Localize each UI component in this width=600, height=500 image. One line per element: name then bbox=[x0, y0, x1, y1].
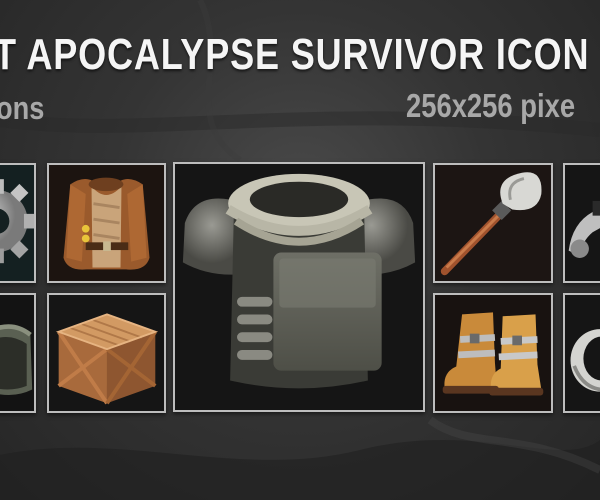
gear-icon bbox=[0, 179, 34, 264]
tool-icon bbox=[568, 200, 600, 258]
leather-vest-icon bbox=[63, 177, 150, 270]
icon-tile-body-armor bbox=[173, 162, 425, 412]
body-armor-icon bbox=[182, 173, 416, 389]
banner-subtitle-size: 256x256 pixe bbox=[406, 87, 576, 124]
shovel-icon bbox=[440, 172, 542, 276]
wooden-crate-icon bbox=[55, 313, 159, 405]
icon-tile-wooden-crate bbox=[47, 293, 166, 413]
icon-tile-leather-vest bbox=[47, 163, 166, 283]
banner-title: T APOCALYPSE SURVIVOR ICON bbox=[0, 30, 590, 79]
icon-tile-helmet bbox=[0, 293, 36, 413]
icon-tile-tool bbox=[563, 163, 600, 283]
icon-tile-gear bbox=[0, 163, 36, 283]
boots-icon bbox=[442, 312, 544, 396]
banner-subtitle-count: ons bbox=[0, 90, 45, 126]
ring-icon bbox=[570, 329, 600, 392]
icon-tile-boots bbox=[433, 293, 553, 413]
helmet-icon bbox=[0, 324, 33, 395]
icon-tile-ring bbox=[563, 293, 600, 413]
icon-tile-shovel bbox=[433, 163, 553, 283]
